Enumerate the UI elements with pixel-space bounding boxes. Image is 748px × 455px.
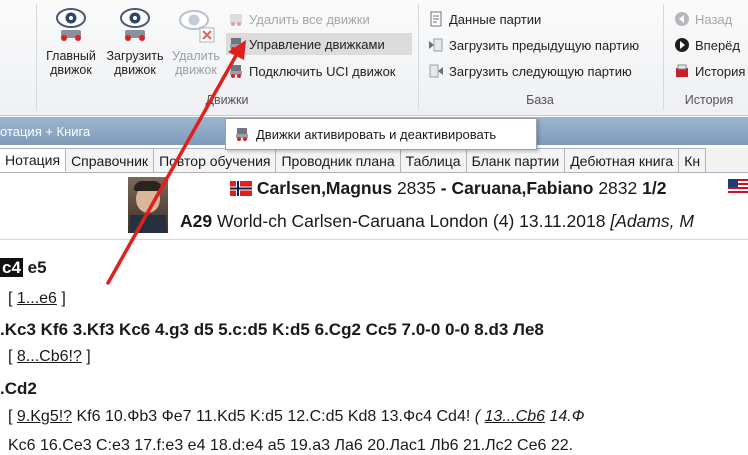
annotation-arrow xyxy=(106,40,246,285)
